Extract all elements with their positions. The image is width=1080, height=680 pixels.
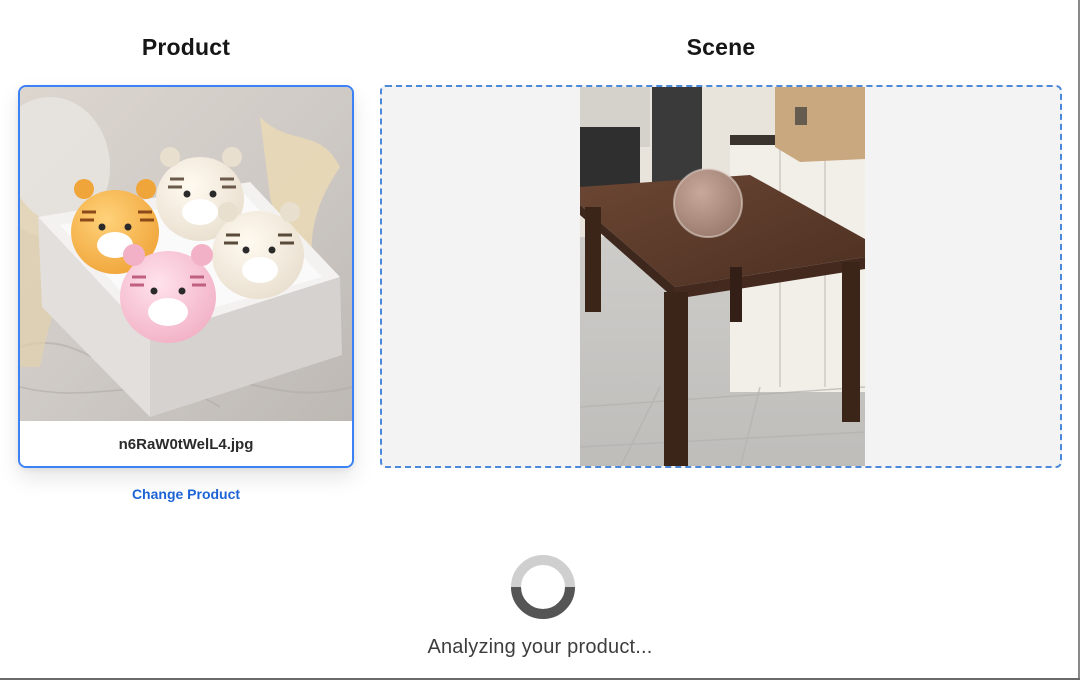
scene-image [580, 87, 865, 466]
loading-spinner-icon [510, 554, 576, 620]
product-column-title: Product [141, 34, 231, 60]
status-message: Analyzing your product... [427, 636, 653, 658]
product-file-name: n6RaW0tWelL4.jpg [20, 421, 352, 466]
scene-column-title: Scene [686, 34, 756, 60]
scene-drop-zone[interactable] [380, 85, 1062, 468]
product-image [20, 87, 352, 421]
change-product-link[interactable]: Change Product [18, 486, 354, 502]
product-card[interactable]: n6RaW0tWelL4.jpg [18, 85, 354, 468]
